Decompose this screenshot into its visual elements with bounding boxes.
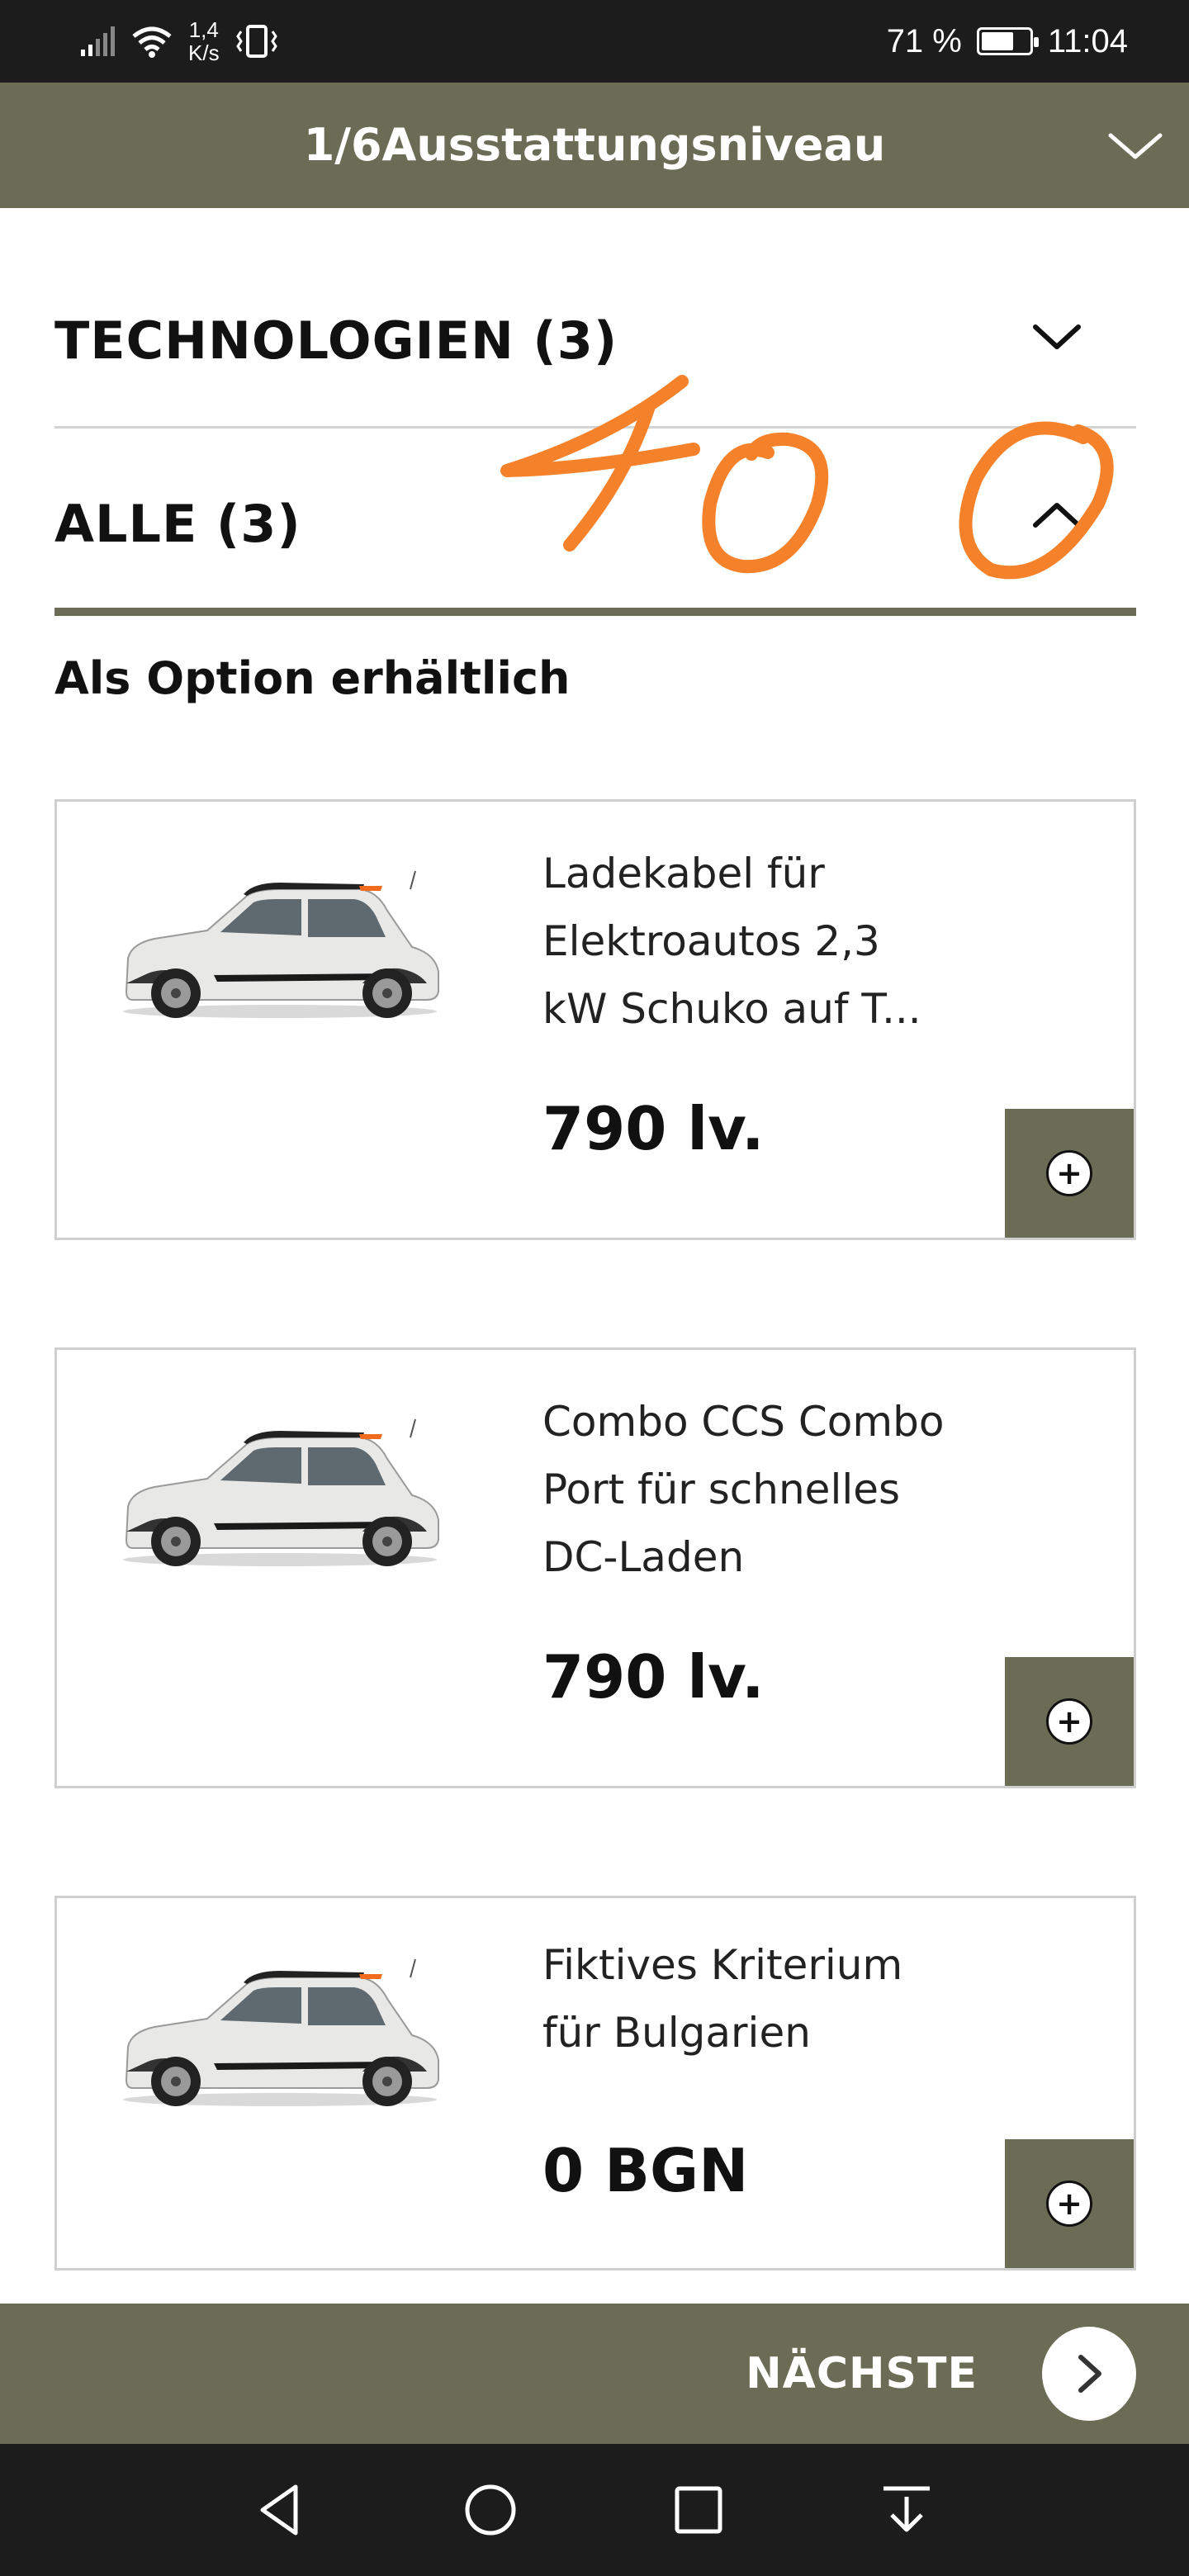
add-option-button[interactable]: + [1005, 1109, 1134, 1238]
section-alle-label: ALLE (3) [54, 494, 301, 554]
option-title-line: DC-Laden [542, 1533, 745, 1581]
option-title-line: Ladekabel für [542, 850, 825, 897]
battery-level-fill [981, 32, 1013, 50]
option-title-line: Elektroautos 2,3 [542, 917, 880, 965]
option-title: Fiktives Kriterium für Bulgarien [542, 1931, 972, 2067]
chevron-down-icon[interactable] [1032, 320, 1082, 353]
status-bar: 1,4 K/s 71 % 11:04 [0, 0, 1189, 83]
handwritten-annotation: 400 [487, 363, 1114, 580]
option-title-line: kW Schuko auf T... [542, 985, 921, 1033]
option-price: 790 lv. [542, 1642, 765, 1712]
option-title-line: für Bulgarien [542, 2009, 811, 2057]
option-price: 0 BGN [542, 2136, 749, 2205]
option-title-line: Port für schnelles [542, 1466, 901, 1513]
step-header[interactable]: 1/6Ausstattungsniveau [0, 83, 1189, 208]
plus-circle-icon: + [1046, 1150, 1092, 1196]
add-option-button[interactable]: + [1005, 1657, 1134, 1786]
page-title: 1/6Ausstattungsniveau [303, 119, 886, 171]
recents-square-icon[interactable] [666, 2477, 732, 2543]
status-left: 1,4 K/s [79, 15, 279, 68]
system-nav-bar [0, 2444, 1189, 2576]
plus-circle-icon: + [1046, 1698, 1092, 1745]
wifi-icon [132, 26, 172, 58]
network-speed-unit: K/s [188, 40, 220, 65]
option-title-line: Combo CCS Combo [542, 1398, 945, 1446]
car-image [123, 1958, 439, 2106]
chevron-down-icon[interactable] [1106, 119, 1164, 172]
plus-circle-icon: + [1046, 2181, 1092, 2227]
option-title: Ladekabel für Elektroautos 2,3 kW Schuko… [542, 840, 972, 1043]
status-right: 71 % 11:04 [887, 15, 1128, 68]
next-button[interactable] [1042, 2327, 1136, 2421]
battery-icon [976, 27, 1039, 55]
signal-icon [81, 26, 115, 56]
vibrate-icon [235, 25, 277, 58]
clock: 11:04 [1047, 22, 1128, 59]
car-image [123, 1418, 439, 1566]
notification-pull-icon[interactable] [874, 2477, 940, 2543]
option-price: 790 lv. [542, 1094, 765, 1163]
add-option-button[interactable]: + [1005, 2139, 1134, 2268]
chevron-right-icon [1078, 2355, 1101, 2393]
home-circle-icon[interactable] [457, 2477, 523, 2543]
availability-heading: Als Option erhältlich [54, 652, 571, 704]
option-title: Combo CCS Combo Port für schnelles DC-La… [542, 1388, 972, 1591]
network-speed-value: 1,4 [188, 17, 219, 42]
option-title-line: Fiktives Kriterium [542, 1941, 903, 1989]
bottom-action-bar: NÄCHSTE [0, 2304, 1189, 2444]
option-card[interactable]: Ladekabel für Elektroautos 2,3 kW Schuko… [54, 799, 1136, 1240]
next-button-label[interactable]: NÄCHSTE [746, 2304, 978, 2444]
option-card[interactable]: Fiktives Kriterium für Bulgarien 0 BGN + [54, 1896, 1136, 2271]
back-triangle-icon[interactable] [248, 2477, 314, 2543]
network-speed: 1,4 K/s [188, 18, 220, 64]
section-technologien-label: TECHNOLOGIEN (3) [54, 310, 618, 371]
option-card[interactable]: Combo CCS Combo Port für schnelles DC-La… [54, 1347, 1136, 1788]
battery-percent: 71 % [886, 22, 962, 59]
car-image [123, 870, 439, 1018]
annotation-text: 400 [487, 363, 489, 364]
